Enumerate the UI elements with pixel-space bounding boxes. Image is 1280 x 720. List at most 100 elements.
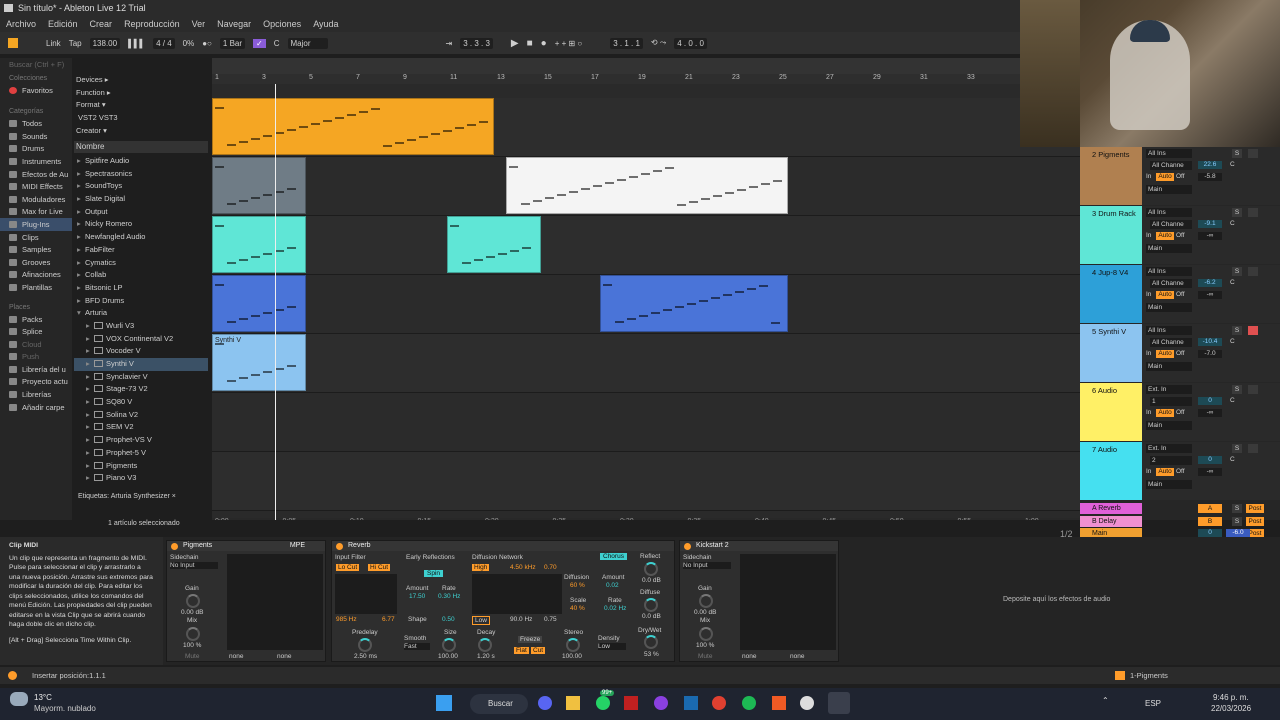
volume-field[interactable]: 0 [1198,397,1222,405]
bar-ruler[interactable]: 1 3 5 7 9 11 13 15 17 19 21 23 25 27 29 31 33 [212,74,1080,84]
whatsapp-icon[interactable] [596,696,610,710]
record-button[interactable]: ● [541,38,547,49]
sidebar-item-user-library[interactable]: Librería del u [0,363,72,376]
input-type-select[interactable]: Ext. In [1146,385,1192,394]
stop-button[interactable]: ■ [527,38,533,49]
diffusion-value[interactable]: 60 % [570,582,585,589]
reflect-knob[interactable] [644,562,658,576]
track-name[interactable]: 6 Audio [1080,383,1142,441]
plugin-item[interactable]: ▸ Prophet-VS V [74,434,208,447]
gain-knob[interactable] [186,594,200,608]
monitor-off-button[interactable]: Off [1176,291,1185,298]
plugin-item[interactable]: ▸ SEM V2 [74,421,208,434]
send-field[interactable]: -7.0 [1198,350,1222,358]
post-button[interactable]: Post [1246,504,1264,513]
volume-field[interactable]: 22.6 [1198,161,1222,169]
high-q-value[interactable]: 0.70 [544,564,557,571]
track-name[interactable]: 7 Audio [1080,442,1142,500]
input-type-select[interactable]: Ext. In [1146,444,1192,453]
filter-function[interactable]: Function ▸ [74,87,208,100]
gain-knob[interactable] [699,594,713,608]
track-lane[interactable] [212,334,1080,393]
loop-icon[interactable]: ⟲ ⤳ [651,38,666,48]
hi-freq-value[interactable]: 6.77 [382,616,395,623]
pan-field[interactable]: C [1230,338,1235,345]
track-name[interactable]: 5 Synthi V [1080,324,1142,382]
monitor-auto-button[interactable]: Auto [1156,232,1174,240]
monitor-off-button[interactable]: Off [1176,232,1185,239]
low-freq-value[interactable]: 90.0 Hz [510,616,532,623]
list-item[interactable]: ▸ Newfangled Audio [74,231,208,244]
sidebar-item-max-for-live[interactable]: Max for Live [0,205,72,218]
filter-display[interactable] [335,574,397,614]
size-knob[interactable] [442,638,456,652]
menu-reproduccion[interactable]: Reproducción [124,16,180,32]
loop-start[interactable]: 3 . 1 . 1 [610,37,643,49]
menu-opciones[interactable]: Opciones [263,16,301,32]
key-scale-icon[interactable]: ✓ [253,38,266,48]
track-header[interactable]: 4 Jup-8 V4 All Ins All Channe In Auto Off Main… [1080,265,1280,323]
output-select[interactable]: Main [1146,303,1192,312]
list-item[interactable]: ▸ Nicky Romero [74,218,208,231]
monitor-auto-button[interactable]: Auto [1156,173,1174,181]
arrangement-view[interactable]: 13579111315171921232527293133 0:000:050:… [212,58,1080,520]
plugin-item-selected[interactable]: ▸ Synthi V [74,358,208,371]
monitor-off-button[interactable]: Off [1176,468,1185,475]
record-mode-icon[interactable]: ●○ [202,39,212,48]
sidebar-item-audio-effects[interactable]: Efectos de Au [0,168,72,181]
brave-icon[interactable] [772,696,786,710]
pan-field[interactable]: C [1230,161,1235,168]
midi-clip[interactable] [212,98,494,155]
diffuse-knob[interactable] [644,598,658,612]
list-item[interactable]: ▸ Collab [74,269,208,282]
list-item[interactable]: ▾ Arturia [74,307,208,320]
output-select[interactable]: Main [1146,480,1192,489]
app-icon-purple[interactable] [654,696,668,710]
rate-value[interactable]: 0.30 Hz [438,593,460,600]
menu-crear[interactable]: Crear [90,16,113,32]
monitor-in-button[interactable]: In [1146,173,1151,180]
view-toggle-icon[interactable] [8,38,18,48]
input-type-select[interactable]: All Ins [1146,326,1192,335]
input-channel-select[interactable]: All Channe [1150,279,1192,288]
plugin-item[interactable]: ▸ Vocoder V [74,345,208,358]
monitor-in-button[interactable]: In [1146,468,1151,475]
track-lane[interactable] [212,216,1080,275]
scale-select[interactable]: Major [287,37,328,49]
monitor-auto-button[interactable]: Auto [1156,350,1174,358]
send-field[interactable]: -∞ [1198,468,1222,476]
low-button[interactable]: Low [472,616,490,625]
overview-bar[interactable] [212,58,1080,74]
return-track[interactable]: A Reverb A S Post [1080,503,1280,514]
sidebar-item-modulators[interactable]: Moduladores [0,193,72,206]
high-button[interactable]: High [472,564,490,571]
discord-icon[interactable] [538,696,552,710]
pan-field[interactable]: C [1230,220,1235,227]
sidechain-input[interactable]: No Input [683,562,731,569]
output-select[interactable]: Main [1146,244,1192,253]
device-power-icon[interactable] [684,543,691,550]
list-item[interactable]: ▸ Bitsonic LP [74,282,208,295]
volume-field[interactable]: -6.2 [1198,279,1222,287]
pan-field[interactable]: C [1230,456,1235,463]
list-item[interactable]: ▸ FabFilter [74,244,208,257]
monitor-in-button[interactable]: In [1146,291,1151,298]
sidebar-item-add-folder[interactable]: Añadir carpe [0,401,72,414]
chorus-button[interactable]: Chorus [600,553,627,560]
search-input[interactable]: Buscar (Ctrl + F) [0,58,72,71]
mix-knob[interactable] [186,627,200,641]
sidebar-item-todos[interactable]: Todos [0,117,72,130]
input-type-select[interactable]: All Ins [1146,208,1192,217]
routing-select-1[interactable]: none [229,653,243,660]
input-channel-select[interactable]: All Channe [1150,338,1192,347]
monitor-off-button[interactable]: Off [1176,173,1185,180]
monitor-off-button[interactable]: Off [1176,409,1185,416]
routing-select-2[interactable]: none [790,653,804,660]
menu-ver[interactable]: Ver [192,16,206,32]
arm-button[interactable] [1248,385,1258,394]
plugin-item[interactable]: ▸ Synclavier V [74,371,208,384]
sidebar-item-grooves[interactable]: Grooves [0,256,72,269]
sidebar-item-splice[interactable]: Splice [0,325,72,338]
flat-button[interactable]: Flat [514,647,529,654]
routing-select-2[interactable]: none [277,653,291,660]
